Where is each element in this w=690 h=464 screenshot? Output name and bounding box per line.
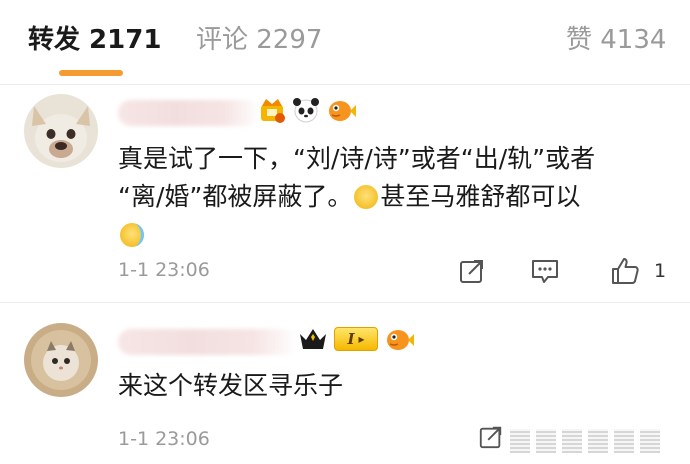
share-icon xyxy=(460,260,483,283)
comment-text: 真是试了一下，“刘/诗/诗”或者“出/轨”或者 “离/婚”都被屏蔽了。 甚至马雅舒… xyxy=(118,140,662,254)
comment-actions: 1 xyxy=(458,256,666,286)
crown-badge-icon[interactable] xyxy=(258,96,286,124)
forward-button[interactable] xyxy=(478,424,504,450)
username-blurred[interactable] xyxy=(118,329,298,355)
like-count: 1 xyxy=(654,260,667,282)
comment-text-segment: “离/婚”都被屏蔽了。 xyxy=(118,182,353,211)
tab-like[interactable]: 赞 4134 xyxy=(566,22,666,58)
tab-bar: 转发 2171 评论 2297 赞 4134 xyxy=(0,0,690,85)
comment-time: 1-1 23:06 xyxy=(118,259,210,281)
comment-item: 真是试了一下，“刘/诗/诗”或者“出/轨”或者 “离/婚”都被屏蔽了。 甚至马雅舒… xyxy=(0,86,690,303)
comment-actions xyxy=(478,424,504,450)
vip-crown-icon[interactable] xyxy=(298,325,328,353)
blushing-emoji-icon xyxy=(354,185,379,209)
comment-time: 1-1 23:06 xyxy=(118,428,210,450)
dog-avatar-icon xyxy=(24,94,98,168)
like-button[interactable] xyxy=(610,256,640,286)
panda-icon[interactable] xyxy=(292,96,320,124)
level-badge-text: I xyxy=(347,330,355,348)
fish-icon[interactable] xyxy=(326,96,356,124)
comment-text-segment: 甚至马雅舒都可以 xyxy=(380,182,581,211)
comment-text: 来这个转发区寻乐子 xyxy=(118,371,344,400)
tab-comment[interactable]: 评论 2297 xyxy=(196,22,322,58)
fish-icon[interactable] xyxy=(384,325,414,353)
comment-text-line xyxy=(118,216,662,254)
avatar[interactable] xyxy=(24,323,98,397)
thumbs-up-icon xyxy=(612,258,639,284)
forward-button[interactable] xyxy=(458,257,486,285)
tab-forward[interactable]: 转发 2171 xyxy=(28,22,161,58)
watermark xyxy=(510,426,660,456)
reply-button[interactable] xyxy=(530,257,560,285)
avatar[interactable] xyxy=(24,94,98,168)
share-icon xyxy=(479,426,502,449)
comment-text-line: 真是试了一下，“刘/诗/诗”或者“出/轨”或者 xyxy=(118,144,596,173)
level-badge[interactable]: I ▸ xyxy=(334,327,378,351)
user-badges xyxy=(258,96,356,124)
chevron-right-icon: ▸ xyxy=(358,332,365,346)
active-tab-indicator xyxy=(59,70,123,76)
username-blurred[interactable] xyxy=(118,100,260,126)
cat-avatar-icon xyxy=(24,323,98,397)
comment-icon xyxy=(532,260,558,283)
comment-text-line: “离/婚”都被屏蔽了。 甚至马雅舒都可以 xyxy=(118,178,662,216)
user-badges: I ▸ xyxy=(298,325,414,353)
comment-item: I ▸ 来这个转发区寻乐子 1-1 23:06 xyxy=(0,303,690,464)
laughing-crying-emoji-icon xyxy=(120,223,144,247)
